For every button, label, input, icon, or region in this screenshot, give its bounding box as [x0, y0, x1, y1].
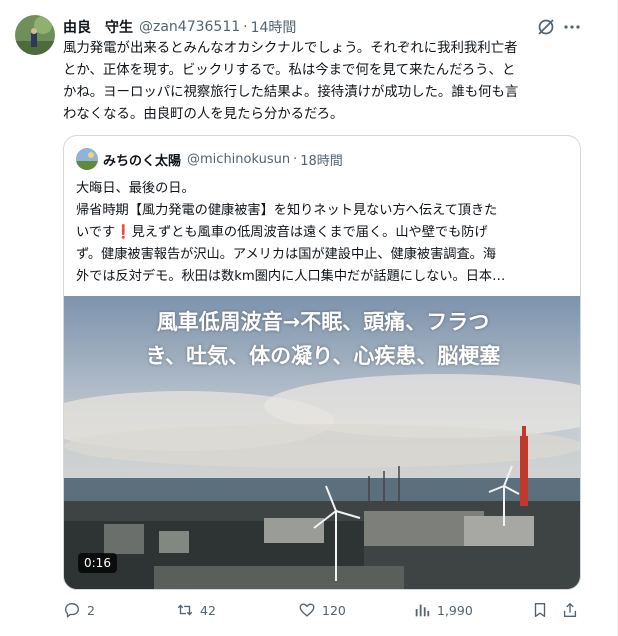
- quoted-author-handle[interactable]: @michinokusun: [187, 152, 290, 167]
- quoted-text-fragment: いです: [76, 225, 116, 240]
- reply-button[interactable]: 2: [63, 598, 95, 622]
- grok-icon[interactable]: [536, 17, 556, 37]
- repost-count: 42: [200, 602, 216, 618]
- quoted-text-fragment: 見えずとも風車の低周波音は遠くまで届く。山や壁でも防げ: [131, 225, 488, 240]
- repost-icon: [177, 604, 193, 616]
- quoted-text-line: ず。健康被害報告が沢山。アメリカは国が建設中止、健康被害調査。海: [76, 247, 497, 262]
- tweet-card[interactable]: 由良 守生 @zan4736511 · 14時間 風力発電が出来るとみんなオカシ…: [0, 0, 618, 636]
- views-icon: [415, 604, 430, 617]
- quoted-tweet-header: みちのく太陽 @michinokusun · 18時間: [76, 148, 343, 170]
- quoted-tweet[interactable]: みちのく太陽 @michinokusun · 18時間 大晦日、最後の日。 帰省…: [63, 135, 581, 590]
- share-button[interactable]: [561, 598, 585, 622]
- video-caption: 風車低周波音→不眠、頭痛、フラつ: [156, 310, 490, 334]
- reply-icon: [65, 603, 79, 618]
- quoted-author-name[interactable]: みちのく太陽: [103, 150, 181, 169]
- like-count: 120: [322, 602, 346, 618]
- action-bar: 2 42 120 1,990: [63, 598, 583, 622]
- quoted-tweet-text: 大晦日、最後の日。 帰省時期【風力発電の健康被害】を知りネット見ない方へ伝えて頂…: [76, 178, 576, 288]
- tweet-time[interactable]: 14時間: [251, 17, 297, 37]
- tweet-text-line: わなくなる。由良町の人を見たら分かるだろ。: [63, 107, 344, 122]
- tweet-text-line: かね。ヨーロッパに視察旅行した結果よ。接待漬けが成功した。誰も何も言: [63, 85, 519, 100]
- quoted-author-avatar[interactable]: [76, 148, 98, 170]
- like-button[interactable]: 120: [298, 598, 346, 622]
- video-player[interactable]: 風車低周波音→不眠、頭痛、フラつ き、吐気、体の凝り、心疾患、脳梗塞 0:16: [64, 296, 580, 589]
- bookmark-button[interactable]: [531, 598, 555, 622]
- tweet-text: 風力発電が出来るとみんなオカシクナルでしょう。それぞれに我利我利亡者 とか、正体…: [63, 38, 583, 126]
- author-handle[interactable]: @zan4736511: [139, 19, 240, 35]
- video-caption: き、吐気、体の凝り、心疾患、脳梗塞: [145, 344, 501, 368]
- views-button[interactable]: 1,990: [413, 598, 473, 622]
- views-count: 1,990: [437, 602, 473, 618]
- quoted-text-line: 外では反対デモ。秋田は数km圏内に人口集中だが話題にしない。日本…: [76, 269, 506, 284]
- quoted-text-line: いです❗見えずとも風車の低周波音は遠くまで届く。山や壁でも防げ: [76, 222, 576, 244]
- tweet-text-line: とか、正体を現す。ビックリするで。私は今まで何を見て来たんだろう、と: [63, 63, 516, 78]
- tweet-text-line: 風力発電が出来るとみんなオカシクナルでしょう。それぞれに我利我利亡者: [63, 41, 518, 56]
- reply-count: 2: [87, 602, 95, 618]
- repost-button[interactable]: 42: [176, 598, 216, 622]
- author-avatar[interactable]: [15, 15, 55, 55]
- like-icon: [299, 603, 315, 617]
- author-name[interactable]: 由良 守生: [63, 17, 133, 37]
- quoted-tweet-time[interactable]: 18時間: [300, 150, 343, 169]
- separator-dot: ·: [243, 19, 248, 35]
- quoted-text-line: 帰省時期【風力発電の健康被害】を知りネット見ない方へ伝えて頂きた: [76, 203, 498, 218]
- more-icon[interactable]: [562, 17, 582, 37]
- exclamation-emoji: ❗: [115, 225, 132, 240]
- quoted-text-line: 大晦日、最後の日。: [76, 181, 195, 196]
- bookmark-icon: [534, 603, 546, 617]
- separator-dot: ·: [293, 151, 298, 167]
- share-icon: [563, 602, 577, 617]
- tweet-header: 由良 守生 @zan4736511 · 14時間: [63, 17, 577, 37]
- video-duration: 0:16: [78, 553, 117, 573]
